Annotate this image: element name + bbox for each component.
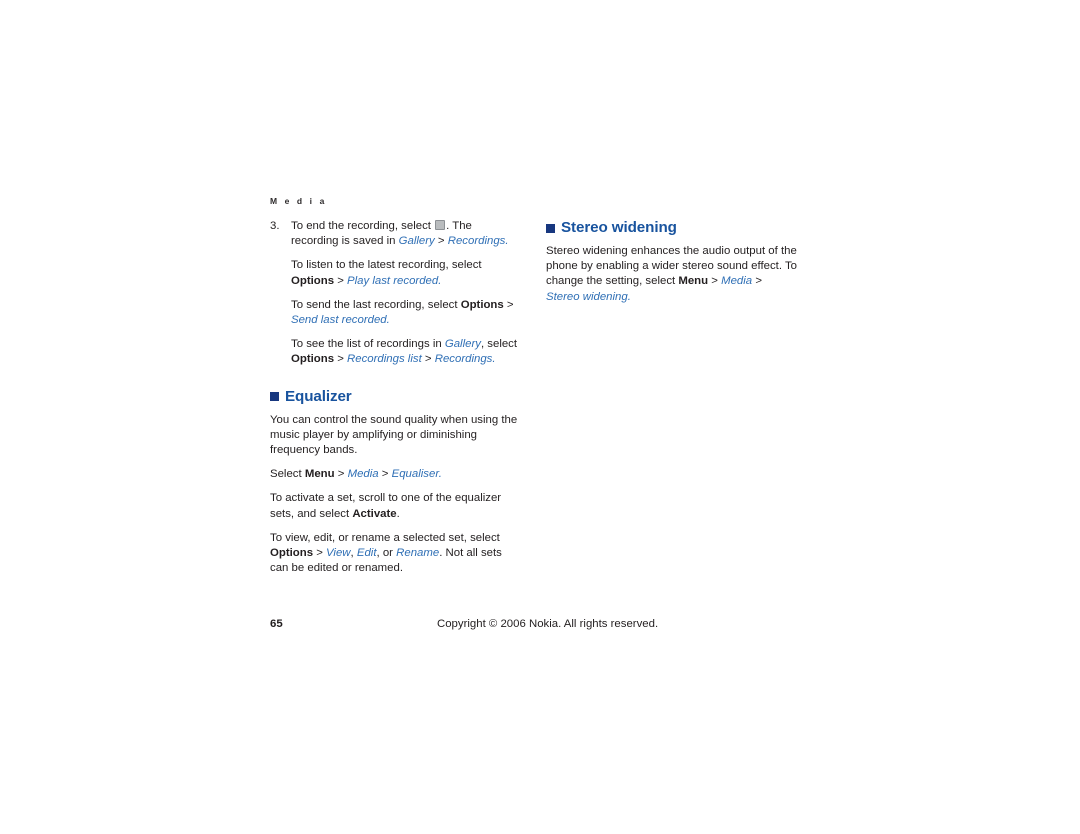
bold-menu: Menu bbox=[678, 275, 709, 288]
path-separator: > bbox=[506, 298, 514, 311]
xref-stereo-widening[interactable]: Stereo widening bbox=[546, 291, 628, 303]
xref-edit[interactable]: Edit bbox=[357, 547, 377, 559]
path-separator: > bbox=[316, 547, 323, 560]
substep-text: To send the last recording, select bbox=[291, 298, 458, 311]
path-separator: > bbox=[424, 353, 432, 366]
path-separator: > bbox=[337, 468, 345, 481]
bold-activate: Activate bbox=[352, 507, 397, 520]
equalizer-intro: You can control the sound quality when u… bbox=[270, 413, 518, 457]
comma: , bbox=[350, 547, 354, 560]
bold-menu: Menu bbox=[304, 468, 335, 481]
heading-stereo-widening: Stereo widening bbox=[546, 219, 798, 237]
square-bullet-icon bbox=[546, 223, 555, 233]
equalizer-select-path: Select Menu > Media > Equaliser. bbox=[270, 467, 522, 482]
heading-stereo-widening-label: Stereo widening bbox=[561, 219, 677, 236]
equalizer-activate: To activate a set, scroll to one of the … bbox=[270, 491, 522, 521]
left-column: 3. To end the recording, select . The rec… bbox=[270, 219, 522, 585]
step-number: 3. bbox=[270, 220, 280, 232]
step-text-a: To end the recording, select bbox=[291, 220, 431, 232]
xref-view[interactable]: View bbox=[326, 547, 350, 559]
path-separator: > bbox=[337, 353, 344, 366]
activate-period: . bbox=[396, 507, 400, 520]
heading-equalizer-label: Equalizer bbox=[285, 387, 352, 405]
stop-square-icon bbox=[435, 220, 446, 230]
bold-options: Options bbox=[270, 547, 314, 560]
xref-recordings[interactable]: Recordings bbox=[435, 353, 493, 365]
ver-text: To view, edit, or rename a selected set,… bbox=[270, 531, 500, 544]
select-text: Select bbox=[270, 468, 302, 481]
xref-media[interactable]: Media bbox=[348, 468, 379, 480]
xref-recordings-list[interactable]: Recordings list bbox=[347, 353, 422, 365]
path-separator: > bbox=[381, 468, 389, 481]
path-separator: > bbox=[711, 275, 718, 288]
substep-period: . bbox=[386, 314, 390, 327]
xref-equaliser[interactable]: Equaliser bbox=[392, 468, 439, 480]
substep-text: To see the list of recordings in bbox=[291, 338, 442, 351]
right-column: Stereo widening Stereo widening enhances… bbox=[546, 219, 798, 314]
bold-options: Options bbox=[291, 274, 335, 287]
step-period: . bbox=[505, 235, 509, 248]
copyright-notice: Copyright © 2006 Nokia. All rights reser… bbox=[437, 618, 659, 630]
page-number: 65 bbox=[270, 618, 283, 630]
xref-gallery[interactable]: Gallery bbox=[445, 338, 481, 350]
sw-period: . bbox=[627, 290, 631, 303]
xref-play-last-recorded[interactable]: Play last recorded bbox=[347, 275, 438, 287]
page-footer: 65 Copyright © 2006 Nokia. All rights re… bbox=[270, 618, 810, 634]
bold-options: Options bbox=[291, 353, 335, 366]
substep-period: . bbox=[492, 353, 496, 366]
xref-recordings[interactable]: Recordings bbox=[448, 235, 506, 247]
substep-period: . bbox=[438, 274, 442, 287]
substep-play-last-recorded: To listen to the latest recording, selec… bbox=[270, 258, 522, 288]
or-text: , or bbox=[376, 547, 393, 560]
substep-text-b: , select bbox=[480, 338, 518, 351]
substep-text: To listen to the latest recording, selec… bbox=[291, 259, 482, 272]
step-item: 3. To end the recording, select . The rec… bbox=[270, 219, 522, 249]
equalizer-view-edit-rename: To view, edit, or rename a selected set,… bbox=[270, 531, 522, 577]
heading-equalizer: Equalizer bbox=[270, 388, 522, 406]
xref-gallery[interactable]: Gallery bbox=[399, 235, 435, 247]
bold-options: Options bbox=[460, 298, 504, 311]
manual-page: M e d i a 3. To end the recording, select… bbox=[0, 0, 1080, 834]
path-separator: > bbox=[337, 274, 344, 287]
substep-recordings-list: To see the list of recordings in Gallery… bbox=[270, 337, 522, 367]
xref-rename[interactable]: Rename bbox=[396, 547, 439, 559]
xref-send-last-recorded[interactable]: Send last recorded bbox=[291, 314, 387, 326]
square-bullet-icon bbox=[270, 392, 279, 402]
substep-send-last-recorded: To send the last recording, select Optio… bbox=[270, 298, 522, 328]
path-separator: > bbox=[437, 235, 445, 248]
xref-media[interactable]: Media bbox=[721, 275, 752, 287]
running-head: M e d i a bbox=[270, 196, 327, 206]
path-separator: > bbox=[755, 275, 762, 288]
select-period: . bbox=[438, 468, 442, 481]
stereo-widening-body: Stereo widening enhances the audio outpu… bbox=[546, 244, 798, 305]
